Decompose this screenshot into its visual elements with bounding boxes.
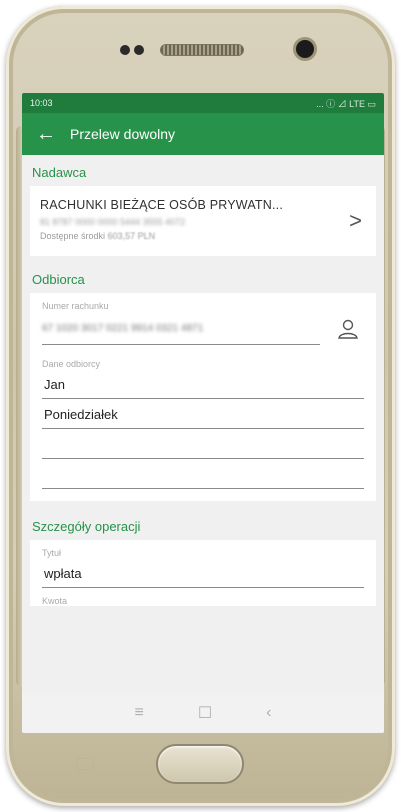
funds-label: Dostępne środki [40, 231, 106, 241]
sender-account-selector[interactable]: RACHUNKI BIEŻĄCE OSÓB PRYWATN... 81 8787… [30, 186, 376, 256]
sender-account-name: RACHUNKI BIEŻĄCE OSÓB PRYWATN... [40, 198, 284, 212]
android-nav-bar: ≡ ☐ ‹ [22, 693, 384, 733]
amount-label: Kwota [42, 596, 68, 606]
recent-softkey-icon[interactable] [76, 758, 94, 770]
status-indicators: ... ⓘ ⊿ LTE ▭ [316, 98, 376, 109]
recipient-name-line-2[interactable]: Poniedziałek [42, 399, 364, 429]
page-title: Przelew dowolny [70, 126, 176, 142]
recipient-section-title: Odbiorca [32, 272, 85, 287]
transfer-title-value: wpłata [44, 566, 82, 581]
nav-back-icon[interactable]: ‹ [266, 704, 271, 722]
account-number-label: Numer rachunku [42, 301, 109, 311]
status-time: 10:03 [30, 98, 53, 108]
home-button[interactable] [156, 744, 244, 784]
recipient-name-value-2: Poniedziałek [44, 407, 118, 422]
front-camera [296, 40, 314, 58]
account-number-field[interactable]: 67 1020 3017 0221 9914 0321 4871 [30, 311, 376, 351]
recipient-name-label: Dane odbiorcy [42, 359, 101, 369]
contacts-person-icon[interactable] [336, 317, 360, 341]
app-bar: ← Przelew dowolny [22, 113, 384, 155]
status-bar: 10:03 ... ⓘ ⊿ LTE ▭ [22, 93, 384, 113]
proximity-sensor [120, 45, 130, 55]
recipient-name-line-3[interactable] [42, 429, 364, 459]
funds-value: 603,57 PLN [107, 231, 156, 241]
account-number-value: 67 1020 3017 0221 9914 0321 4871 [42, 323, 204, 334]
earpiece-speaker [160, 44, 244, 56]
light-sensor [134, 45, 144, 55]
recipient-name-value-1: Jan [44, 377, 65, 392]
transfer-title-label: Tytuł [42, 548, 62, 558]
sender-section-title: Nadawca [32, 165, 87, 180]
back-arrow-icon[interactable]: ← [36, 124, 70, 144]
back-softkey-icon[interactable] [306, 762, 324, 768]
home-square-icon[interactable]: ☐ [198, 703, 212, 723]
chevron-right-icon: > [349, 208, 362, 233]
details-card: Tytuł wpłata Kwota [30, 540, 376, 606]
phone-screen: 10:03 ... ⓘ ⊿ LTE ▭ ← Przelew dowolny Na… [22, 93, 384, 733]
recent-apps-icon[interactable]: ≡ [134, 704, 143, 722]
input-underline [42, 344, 320, 345]
transfer-title-field[interactable]: wpłata [42, 558, 364, 588]
recipient-name-line-1[interactable]: Jan [42, 369, 364, 399]
recipient-card: Numer rachunku 67 1020 3017 0221 9914 03… [30, 293, 376, 501]
details-section-title: Szczegóły operacji [32, 519, 141, 534]
sender-account-number: 81 8787 0000 0000 5444 3555 4072 [40, 217, 186, 227]
sender-available-funds: Dostępne środki 603,57 PLN [40, 231, 366, 241]
recipient-name-line-4[interactable] [42, 459, 364, 489]
